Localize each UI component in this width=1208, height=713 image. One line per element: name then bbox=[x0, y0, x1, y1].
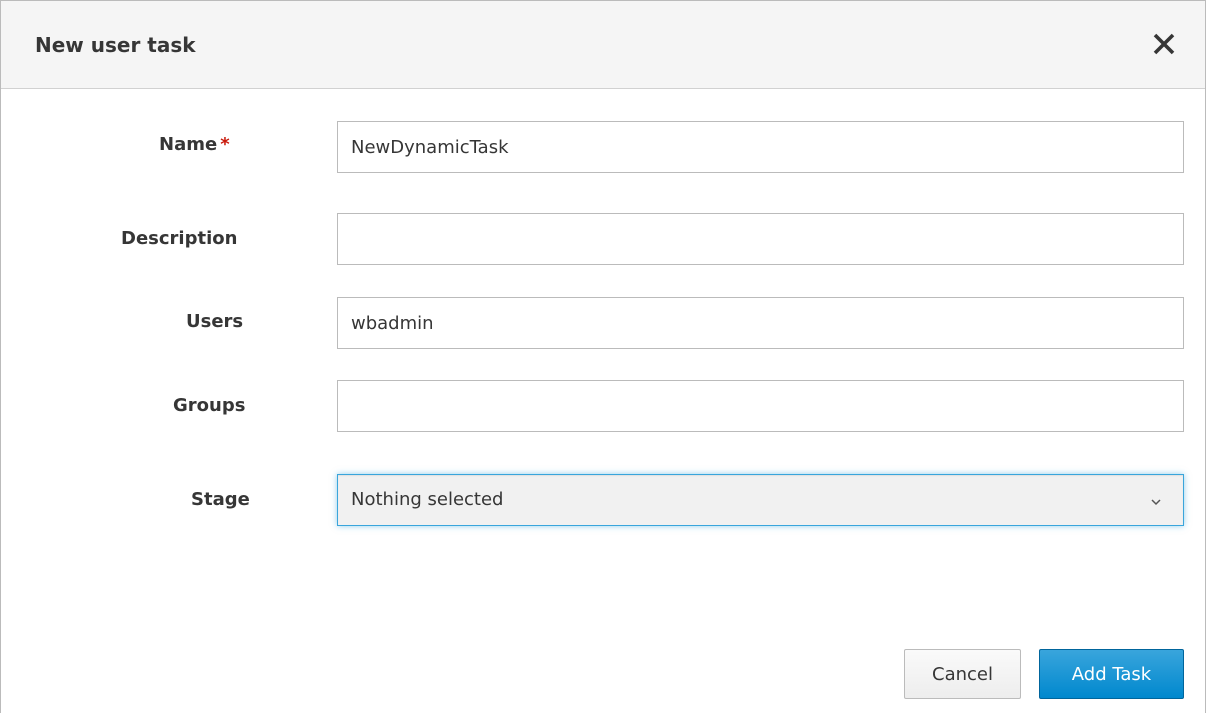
close-button[interactable] bbox=[1149, 29, 1179, 59]
stage-select[interactable]: Nothing selected bbox=[337, 474, 1184, 526]
users-label: Users bbox=[186, 311, 244, 332]
name-label: Name * bbox=[159, 132, 230, 158]
stage-selected-value: Nothing selected bbox=[351, 489, 504, 510]
new-user-task-dialog: New user task Name* Description Users Gr… bbox=[0, 0, 1206, 713]
add-task-button[interactable]: Add Task bbox=[1039, 649, 1184, 699]
name-label-text: Name bbox=[159, 134, 218, 155]
close-icon bbox=[1153, 33, 1175, 55]
name-input[interactable] bbox=[337, 121, 1184, 173]
required-marker: * bbox=[220, 134, 230, 155]
groups-label: Groups bbox=[173, 395, 246, 416]
dialog-title: New user task bbox=[35, 33, 196, 57]
dialog-header: New user task bbox=[1, 1, 1205, 89]
cancel-button[interactable]: Cancel bbox=[904, 649, 1021, 699]
description-input[interactable] bbox=[337, 213, 1184, 265]
groups-input[interactable] bbox=[337, 380, 1184, 432]
users-input[interactable] bbox=[337, 297, 1184, 349]
chevron-down-icon bbox=[1149, 494, 1163, 513]
description-label: Description bbox=[121, 228, 238, 249]
stage-label: Stage bbox=[191, 489, 250, 510]
